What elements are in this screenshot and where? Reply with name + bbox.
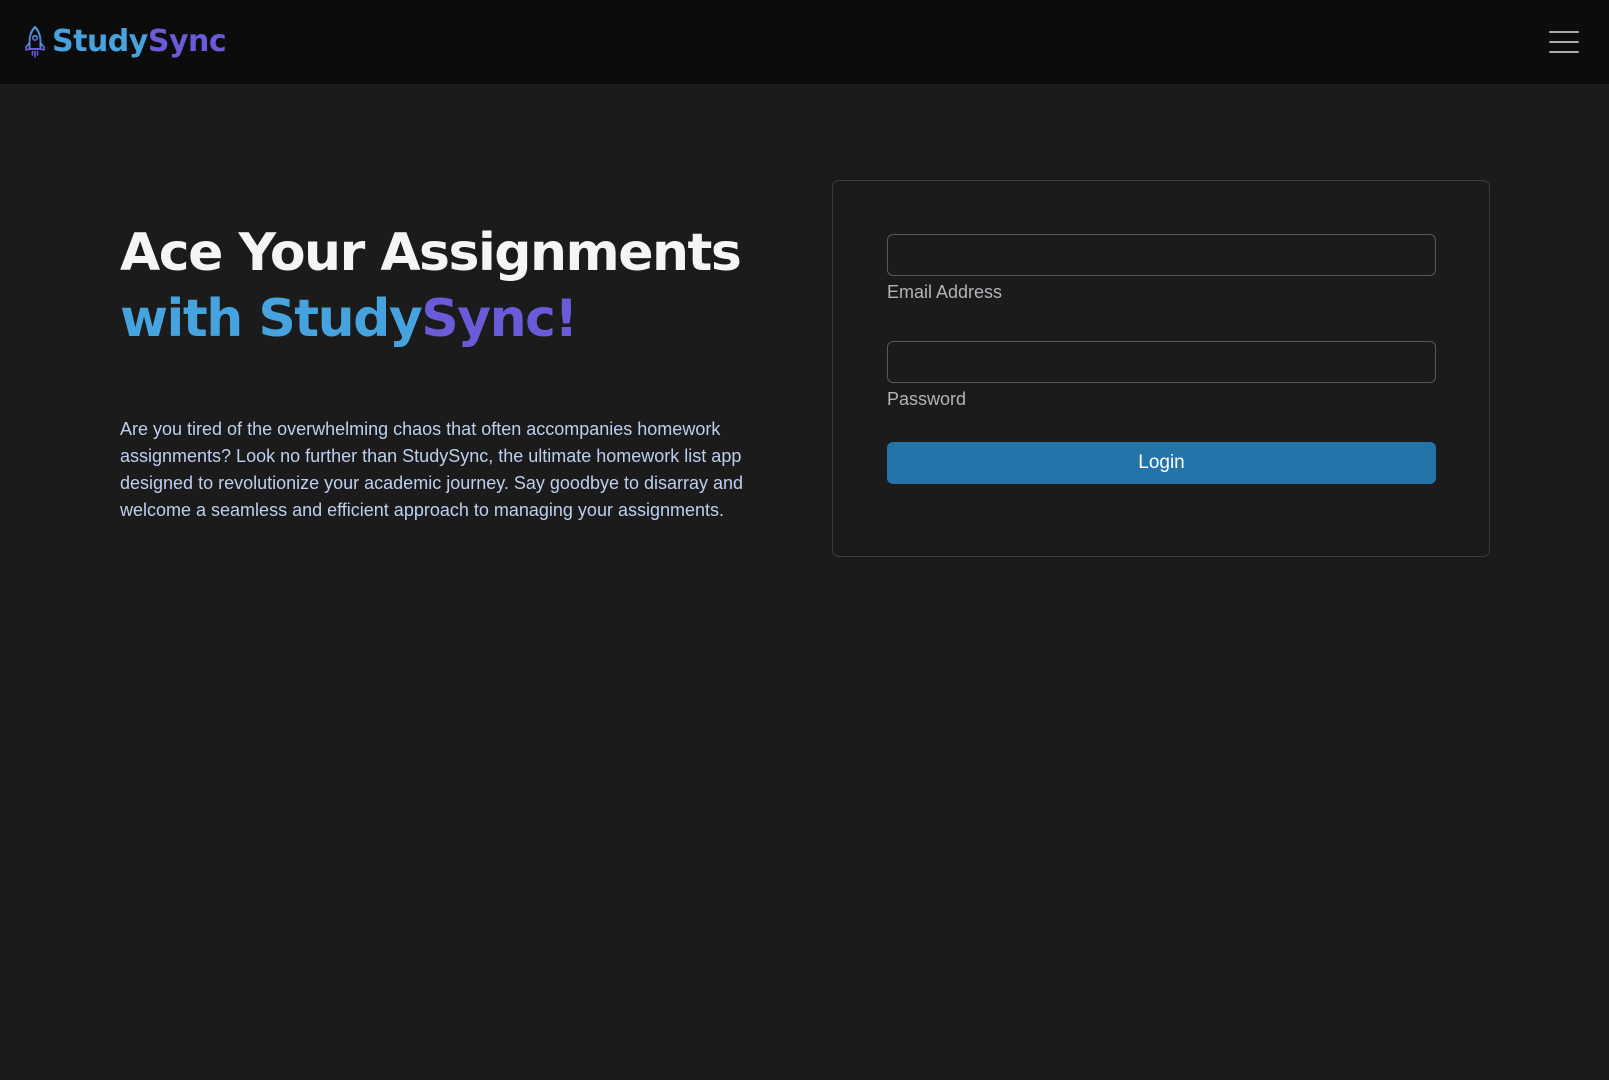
rocket-icon <box>25 26 45 58</box>
hero-title-with: with <box>120 289 259 349</box>
password-label: Password <box>887 389 967 409</box>
hero-title: Ace Your Assignments with StudySync! <box>120 220 780 352</box>
password-field-group: Password <box>887 341 1436 410</box>
menu-bar-bottom <box>1549 51 1579 53</box>
email-field-group: Email Address <box>887 234 1436 303</box>
hero-title-line1: Ace Your Assignments <box>120 223 742 283</box>
brand-name-part1: Study <box>52 24 148 59</box>
hero-section: Ace Your Assignments with StudySync! Are… <box>120 220 780 524</box>
top-navbar: StudySync <box>0 0 1609 84</box>
menu-bar-middle <box>1549 41 1579 43</box>
login-button[interactable]: Login <box>887 442 1436 484</box>
email-label: Email Address <box>887 282 1003 302</box>
menu-bar-top <box>1549 31 1579 33</box>
login-form: Email Address Password Login <box>832 180 1490 557</box>
hamburger-menu-icon[interactable] <box>1547 29 1581 55</box>
hero-title-sync: Sync! <box>421 289 578 349</box>
hero-description: Are you tired of the overwhelming chaos … <box>120 419 744 520</box>
hero-title-line2: with StudySync! <box>120 286 780 352</box>
email-input[interactable] <box>887 234 1436 276</box>
brand-name: StudySync <box>52 24 227 59</box>
password-input[interactable] <box>887 341 1436 383</box>
hero-title-study: Study <box>258 289 422 349</box>
brand-name-part2: Sync <box>147 24 227 59</box>
brand-logo-link[interactable]: StudySync <box>24 24 227 59</box>
